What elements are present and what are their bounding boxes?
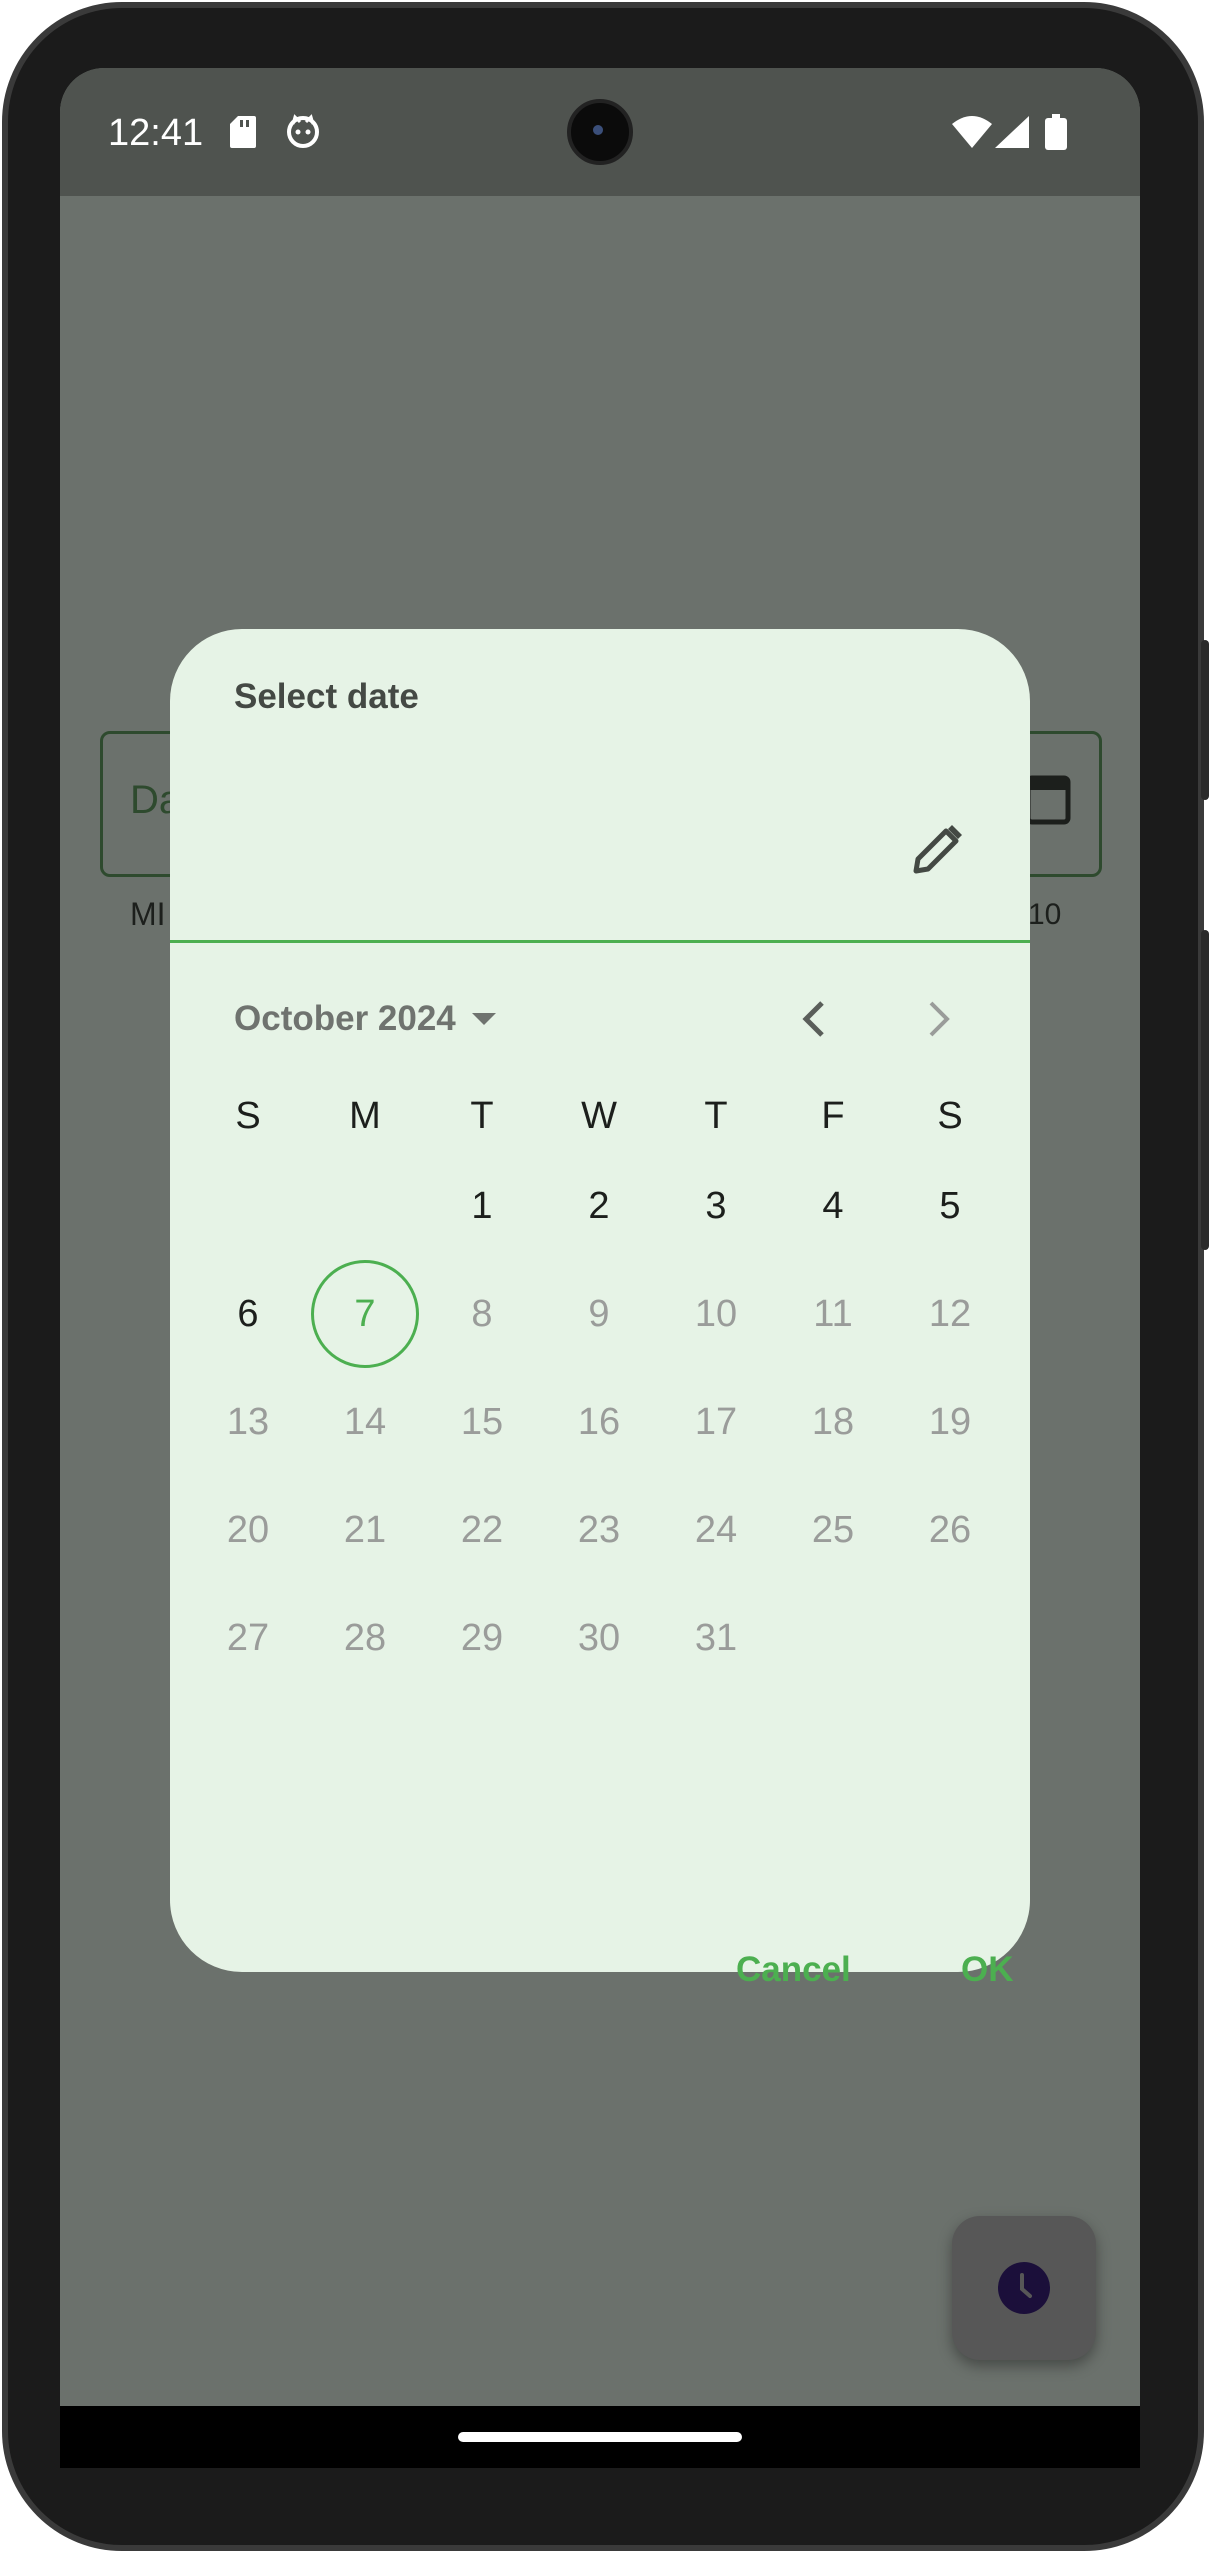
day-cell: 26	[928, 1509, 972, 1551]
dialog-title: Select date	[234, 677, 419, 716]
date-picker-dialog: Select date October 2024 S M T W T F S 1…	[170, 629, 1030, 1972]
cat-icon	[287, 114, 319, 148]
day-cell: 11	[813, 1293, 853, 1335]
day-cell: 15	[460, 1401, 504, 1443]
char-counter: 10	[1028, 898, 1062, 931]
power-button	[1201, 640, 1209, 800]
weekday-tue: T	[470, 1095, 494, 1137]
day-cell: 16	[577, 1401, 621, 1443]
day-cell: 31	[694, 1617, 738, 1659]
day-cell: 17	[694, 1401, 738, 1443]
day-cell[interactable]: 5	[895, 1152, 1005, 1260]
device: 12:41 Da MI 10 Select date October 2024 …	[0, 0, 1209, 2553]
month-year-selector[interactable]: October 2024	[234, 989, 498, 1049]
chevron-left-icon[interactable]	[798, 999, 828, 1039]
weekday-fri: F	[821, 1095, 845, 1137]
signal-icon	[995, 116, 1029, 148]
day-cell[interactable]: 2	[544, 1152, 654, 1260]
chevron-right-icon[interactable]	[925, 999, 955, 1039]
day-cell: 21	[343, 1509, 387, 1551]
day-cell: 22	[460, 1509, 504, 1551]
status-bar: 12:41	[60, 68, 1140, 196]
today-day-cell[interactable]: 7	[311, 1260, 419, 1368]
cancel-button[interactable]: Cancel	[736, 1950, 851, 1990]
day-cell: 13	[226, 1401, 270, 1443]
header-divider	[170, 940, 1030, 943]
sd-card-icon	[230, 116, 256, 148]
time-picker-fab[interactable]	[952, 2216, 1096, 2360]
day-cell: 29	[460, 1617, 504, 1659]
day-cell: 20	[226, 1509, 270, 1551]
day-cell: 30	[577, 1617, 621, 1659]
clock-icon	[998, 2262, 1050, 2314]
calendar-icon[interactable]	[1025, 770, 1071, 826]
weekday-sat: S	[937, 1095, 963, 1137]
day-cell: 24	[694, 1509, 738, 1551]
day-cell[interactable]: 3	[661, 1152, 771, 1260]
screen: 12:41 Da MI 10 Select date October 2024 …	[60, 68, 1140, 2468]
weekday-sun: S	[235, 1095, 261, 1137]
status-time: 12:41	[108, 112, 204, 154]
weekday-thu: T	[704, 1095, 728, 1137]
day-cell: 28	[343, 1617, 387, 1659]
day-cell: 10	[694, 1293, 738, 1335]
day-cell: 19	[928, 1401, 972, 1443]
battery-icon	[1045, 114, 1067, 150]
day-cell[interactable]: 6	[193, 1260, 303, 1368]
wifi-icon	[952, 116, 992, 148]
weekday-wed: W	[581, 1095, 617, 1137]
day-cell: 23	[577, 1509, 621, 1551]
day-cell: 14	[343, 1401, 387, 1443]
day-cell[interactable]: 1	[427, 1152, 537, 1260]
day-cell: 27	[226, 1617, 270, 1659]
edit-icon[interactable]	[910, 821, 966, 877]
ok-button[interactable]: OK	[961, 1950, 1014, 1990]
volume-button	[1201, 930, 1209, 1250]
front-camera	[567, 99, 633, 165]
day-cell[interactable]: 4	[778, 1152, 888, 1260]
month-year-label: October 2024	[234, 999, 456, 1038]
day-cell: 25	[811, 1509, 855, 1551]
navigation-bar	[60, 2406, 1140, 2468]
day-cell: 8	[471, 1293, 493, 1335]
date-format-hint: MI	[130, 896, 166, 932]
day-cell: 18	[811, 1401, 855, 1443]
dropdown-arrow-icon	[471, 1013, 496, 1025]
weekday-mon: M	[349, 1095, 381, 1137]
day-cell: 12	[928, 1293, 972, 1335]
home-gesture-handle[interactable]	[458, 2432, 742, 2442]
day-cell: 9	[588, 1293, 610, 1335]
